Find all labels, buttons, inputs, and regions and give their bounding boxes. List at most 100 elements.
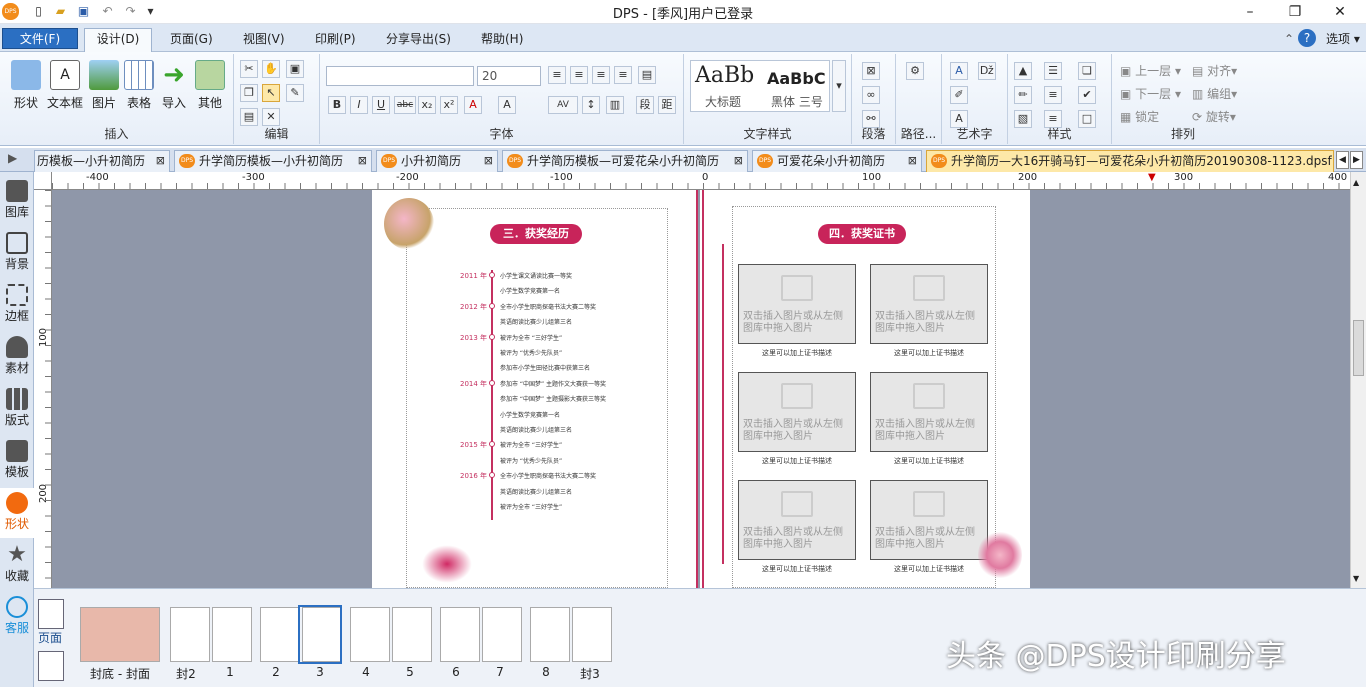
certificate-image-placeholder[interactable]: 双击插入图片或从左侧图库中拖入图片 xyxy=(738,264,856,344)
sidebar-item-background[interactable]: 背景 xyxy=(0,232,34,272)
font-size-select[interactable]: 20 xyxy=(477,66,541,86)
outline-panel-icon[interactable] xyxy=(38,651,64,681)
help-icon[interactable]: ? xyxy=(1298,29,1316,47)
send-backward-button[interactable]: ▣ 下一层 ▾ xyxy=(1120,85,1181,102)
certificate-image-placeholder[interactable]: 双击插入图片或从左侧图库中拖入图片 xyxy=(870,372,988,452)
scroll-thumb[interactable] xyxy=(1353,320,1364,376)
line-style-icon[interactable]: ☰ xyxy=(1044,62,1062,80)
superscript-button[interactable]: x² xyxy=(440,96,458,114)
certificate-image-placeholder[interactable]: 双击插入图片或从左侧图库中拖入图片 xyxy=(738,372,856,452)
doc-tab-4[interactable]: DPS 升学简历模板—可爱花朵小升初简历 ⊠ xyxy=(502,150,748,172)
tab-view[interactable]: 视图(V) xyxy=(239,29,289,49)
thumbnail-page[interactable] xyxy=(440,607,480,662)
strikethrough-button[interactable]: abc xyxy=(394,96,416,114)
link-icon[interactable]: ∞ xyxy=(862,86,880,104)
doc-tab-5[interactable]: DPS 可爱花朵小升初简历 ⊠ xyxy=(752,150,922,172)
cut-icon[interactable]: ✂ xyxy=(240,60,258,78)
close-tab-icon[interactable]: ⊠ xyxy=(358,151,367,171)
design-canvas[interactable]: 三．获奖经历 2011 年 小学生课文诵读比赛一等奖 小学生数学竞赛第一名 2012 … xyxy=(52,190,1350,588)
distribute-icon[interactable]: ▤ xyxy=(638,66,656,84)
panel-toggle-icon[interactable]: ▶ xyxy=(8,151,17,165)
path-gear-icon[interactable]: ⚙ xyxy=(906,62,924,80)
vertical-scrollbar[interactable]: ▲ ▼ xyxy=(1350,172,1366,588)
other-button[interactable]: 其他 xyxy=(192,60,228,111)
sidebar-item-gallery[interactable]: 图库 xyxy=(0,180,34,220)
crop-icon[interactable]: ▣ xyxy=(286,60,304,78)
close-tab-icon[interactable]: ⊠ xyxy=(734,151,743,171)
doc-tab-2[interactable]: DPS 升学简历模板—小升初简历 ⊠ xyxy=(174,150,372,172)
maximize-button[interactable]: ❐ xyxy=(1275,0,1315,24)
pan-hand-icon[interactable]: ✋ xyxy=(262,60,280,78)
line-color-icon[interactable]: ✏ xyxy=(1014,86,1032,104)
select-pointer-icon[interactable]: ↖ xyxy=(262,84,280,102)
close-tab-icon[interactable]: ⊠ xyxy=(484,151,493,171)
columns-icon[interactable]: ▥ xyxy=(606,96,624,114)
tab-scroll-right-icon[interactable]: ▶ xyxy=(1350,151,1363,169)
table-button[interactable]: 表格 xyxy=(121,60,157,111)
sidebar-item-favorites[interactable]: ★ 收藏 xyxy=(0,544,34,584)
doc-tab-active[interactable]: DPS 升学简历—大16开骑马钉—可爱花朵小升初简历20190308-1123.d… xyxy=(926,150,1334,172)
image-button[interactable]: 图片 xyxy=(86,60,122,111)
thumbnail-page[interactable] xyxy=(392,607,432,662)
textbox-button[interactable]: A 文本框 xyxy=(45,60,85,111)
copy-style-icon[interactable]: ❏ xyxy=(1078,62,1096,80)
rotate-button[interactable]: ⟳ 旋转▾ xyxy=(1192,108,1236,125)
font-color-button[interactable]: A xyxy=(464,96,482,114)
shape-button[interactable]: 形状 xyxy=(8,60,44,111)
paragraph-marker-icon[interactable]: 段 xyxy=(636,96,654,114)
import-button[interactable]: ➜ 导入 xyxy=(156,60,192,111)
thumbnail-page[interactable] xyxy=(260,607,300,662)
scroll-up-icon[interactable]: ▲ xyxy=(1353,178,1359,187)
tab-share-export[interactable]: 分享导出(S) xyxy=(382,29,455,49)
right-page[interactable]: 四．获奖证书 双击插入图片或从左侧图库中拖入图片 这里可以加上证书描述 双击插入… xyxy=(700,190,1030,588)
thumbnail-page[interactable] xyxy=(170,607,210,662)
sidebar-item-layout[interactable]: 版式 xyxy=(0,388,34,428)
sidebar-item-support[interactable]: 客服 xyxy=(0,596,34,636)
file-menu[interactable]: 文件(F) xyxy=(2,28,78,49)
underline-button[interactable]: U xyxy=(372,96,390,114)
group-button[interactable]: ▥ 编组▾ xyxy=(1192,85,1237,102)
justify-icon[interactable]: ≡ xyxy=(614,66,632,84)
font-family-select[interactable] xyxy=(326,66,474,86)
certificate-image-placeholder[interactable]: 双击插入图片或从左侧图库中拖入图片 xyxy=(870,480,988,560)
copy-icon[interactable]: ❐ xyxy=(240,84,258,102)
sidebar-item-border[interactable]: 边框 xyxy=(0,284,34,324)
sidebar-item-template[interactable]: 模板 xyxy=(0,440,34,480)
align-left-icon[interactable]: ≡ xyxy=(548,66,566,84)
line-weight-icon[interactable]: ≡ xyxy=(1044,86,1062,104)
close-tab-icon[interactable]: ⊠ xyxy=(908,151,917,171)
minimize-button[interactable]: – xyxy=(1230,0,1270,24)
tab-scroll-left-icon[interactable]: ◀ xyxy=(1336,151,1349,169)
thumbnail-page[interactable] xyxy=(530,607,570,662)
bold-button[interactable]: B xyxy=(328,96,346,114)
page-panel-icon[interactable] xyxy=(38,599,64,629)
subscript-button[interactable]: x₂ xyxy=(418,96,436,114)
art-text-icon[interactable]: A xyxy=(950,62,968,80)
options-menu[interactable]: 选项 ▾ xyxy=(1322,29,1364,49)
bring-forward-button[interactable]: ▣ 上一层 ▾ xyxy=(1120,62,1181,79)
text-outline-icon[interactable]: ✐ xyxy=(950,86,968,104)
lock-button[interactable]: ▦ 锁定 xyxy=(1120,108,1159,125)
paint-icon[interactable]: ✔ xyxy=(1078,86,1096,104)
style-gallery-more-icon[interactable]: ▾ xyxy=(832,60,846,112)
thumbnail-page[interactable] xyxy=(482,607,522,662)
align-button[interactable]: ▤ 对齐▾ xyxy=(1192,62,1237,79)
vertical-text-icon[interactable]: 距 xyxy=(658,96,676,114)
format-brush-icon[interactable]: ✎ xyxy=(286,84,304,102)
collapse-ribbon-icon[interactable]: ⌃ xyxy=(1280,29,1298,49)
thumbnail-cover[interactable] xyxy=(80,607,160,662)
font-size-adjust-button[interactable]: A xyxy=(498,96,516,114)
close-button[interactable]: ✕ xyxy=(1320,0,1360,24)
certificate-image-placeholder[interactable]: 双击插入图片或从左侧图库中拖入图片 xyxy=(870,264,988,344)
thumbnail-page[interactable] xyxy=(212,607,252,662)
scroll-down-icon[interactable]: ▼ xyxy=(1353,574,1359,583)
style-gallery[interactable]: AaBb 大标题 AaBbC 黑体 三号 xyxy=(690,60,830,112)
text-effect-icon[interactable]: ǅ xyxy=(978,62,996,80)
align-right-icon[interactable]: ≡ xyxy=(592,66,610,84)
thumbnail-page[interactable] xyxy=(572,607,612,662)
left-page[interactable]: 三．获奖经历 2011 年 小学生课文诵读比赛一等奖 小学生数学竞赛第一名 2012 … xyxy=(372,190,698,588)
sidebar-item-material[interactable]: 素材 xyxy=(0,336,34,376)
char-spacing-icon[interactable]: AV xyxy=(548,96,578,114)
tab-design[interactable]: 设计(D) xyxy=(84,28,152,52)
thumbnail-page[interactable] xyxy=(350,607,390,662)
